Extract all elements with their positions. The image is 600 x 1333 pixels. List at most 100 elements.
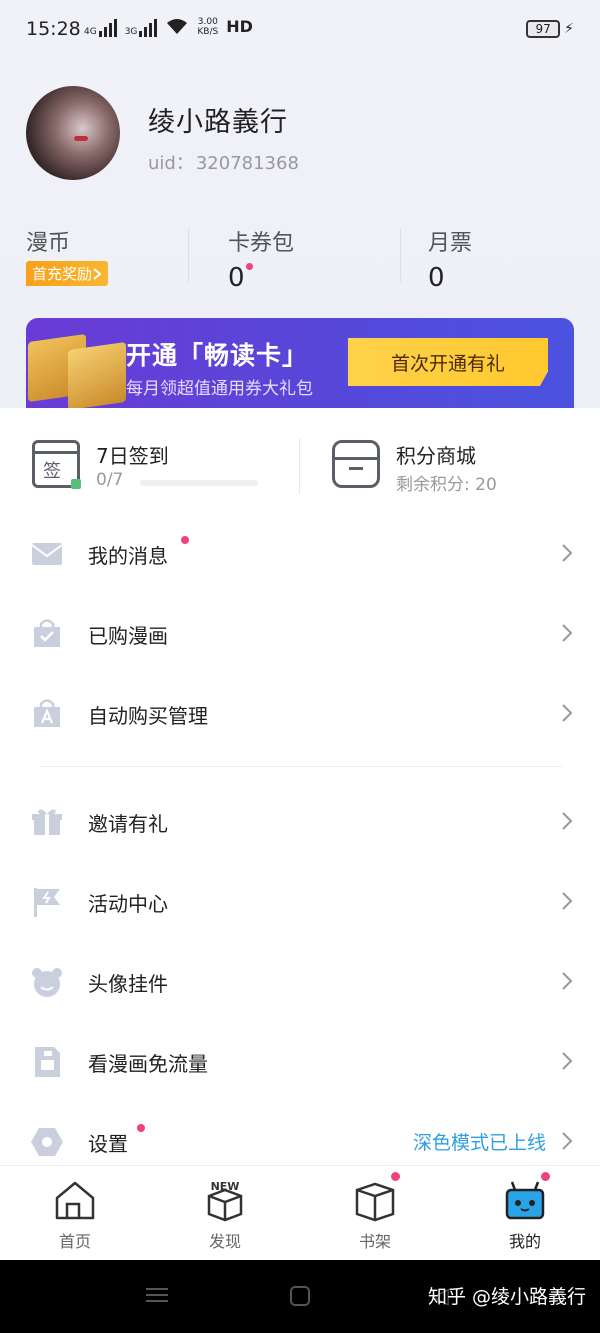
menu-label: 我的消息 [88, 544, 168, 568]
sign-char: 签 [43, 461, 61, 482]
stat-value: 0 [428, 263, 445, 293]
menu-label: 设置 [88, 1132, 128, 1156]
tab-discover[interactable]: NEW 发现 [150, 1166, 300, 1261]
points-remaining: 剩余积分: 20 [396, 475, 497, 495]
network-type-2: 3G [124, 27, 138, 37]
divider [400, 228, 401, 282]
menu-item-activity-center[interactable]: 活动中心 [0, 870, 600, 934]
tab-label: 书架 [358, 1232, 391, 1251]
menu-label: 看漫画免流量 [88, 1052, 208, 1076]
signal-icon: 4G [84, 17, 117, 37]
vip-card-banner[interactable]: 开通「畅读卡」 每月领超值通用券大礼包 首次开通有礼 [26, 318, 574, 410]
user-id: uid： 320781368 [148, 149, 299, 175]
chevron-right-icon [562, 544, 573, 562]
flag-icon [34, 888, 60, 917]
chevron-right-icon [93, 267, 102, 280]
menu-item-purchased[interactable]: 已购漫画 [0, 602, 600, 666]
points-mall-title: 积分商城 [396, 444, 476, 468]
shop-icon [332, 440, 380, 488]
tab-label: 首页 [58, 1232, 91, 1251]
menu-label: 头像挂件 [88, 972, 168, 996]
section-divider [40, 766, 562, 767]
network-indicators: 4G 3G 3.00 KB/S HD [84, 17, 253, 37]
coupon-count: 0 [228, 263, 245, 293]
notification-dot [391, 1172, 400, 1181]
stat-monthly-ticket[interactable]: 月票 0 [428, 225, 472, 293]
calendar-sign-icon: 签 [32, 440, 81, 489]
tab-bookshelf[interactable]: 书架 [300, 1166, 450, 1261]
app-root: 15:28 4G 3G 3.00 KB/S HD 97 ⚡ 绫小路義行 uid：… [0, 0, 600, 1333]
vip-subtitle: 每月领超值通用券大礼包 [126, 379, 313, 399]
wifi-icon [167, 19, 188, 34]
menu-label: 自动购买管理 [88, 704, 208, 728]
avatar[interactable] [26, 86, 120, 180]
vip-open-button[interactable]: 首次开通有礼 [348, 338, 548, 386]
charging-icon: ⚡ [564, 21, 574, 37]
battery-icon: 97 [526, 20, 561, 38]
quick-actions: 签 7日签到 0/7 积分商城 剩余积分: 20 [0, 408, 600, 518]
checkin-title: 7日签到 [96, 444, 169, 468]
status-bar: 15:28 4G 3G 3.00 KB/S HD 97 ⚡ [0, 0, 600, 60]
tab-label: 我的 [508, 1232, 541, 1251]
menu-item-auto-purchase[interactable]: 自动购买管理 [0, 682, 600, 746]
notification-dot [137, 1124, 145, 1132]
gift-icon [32, 809, 62, 835]
status-time: 15:28 [26, 18, 81, 40]
chevron-right-icon [562, 1052, 573, 1070]
first-recharge-badge[interactable]: 首充奖励 [26, 261, 109, 286]
watermark: 知乎 @绫小路義行 [427, 1286, 586, 1308]
main-panel: 签 7日签到 0/7 积分商城 剩余积分: 20 我的消息 已购漫画 自动购买管… [0, 408, 600, 1168]
chevron-right-icon [562, 1132, 573, 1150]
divider [299, 438, 300, 494]
auto-buy-bag-icon [34, 699, 60, 727]
tab-mine[interactable]: 我的 [450, 1166, 600, 1261]
uid-label: uid： [148, 153, 194, 174]
menu-item-messages[interactable]: 我的消息 [0, 522, 600, 586]
profile-header: 15:28 4G 3G 3.00 KB/S HD 97 ⚡ 绫小路義行 uid：… [0, 0, 600, 410]
stat-label: 漫币 [26, 231, 71, 256]
home-button-icon[interactable] [290, 1286, 310, 1306]
hd-indicator: HD [226, 17, 253, 36]
chevron-right-icon [562, 812, 573, 830]
menu-item-invite[interactable]: 邀请有礼 [0, 790, 600, 854]
checkin-progress-bar [140, 480, 258, 486]
menu-item-free-data[interactable]: 看漫画免流量 [0, 1030, 600, 1094]
battery-indicator: 97 ⚡ [526, 20, 574, 38]
network-speed: 3.00 KB/S [197, 17, 219, 37]
menu-label: 已购漫画 [88, 624, 168, 648]
notification-dot [245, 263, 253, 270]
menu-label: 活动中心 [88, 892, 168, 916]
robot-face-icon [505, 1181, 545, 1220]
mail-icon [31, 543, 63, 565]
dark-mode-notice: 深色模式已上线 [412, 1132, 546, 1154]
uid-value: 320781368 [195, 153, 299, 174]
settings-hexagon-icon [31, 1128, 63, 1156]
notification-dot [181, 536, 189, 544]
stat-coupons[interactable]: 卡券包 0 [228, 225, 294, 293]
bottom-tab-bar: 首页 NEW 发现 书架 我的 [0, 1165, 600, 1260]
shopping-bag-check-icon [34, 619, 60, 647]
menu-icon[interactable] [146, 1284, 168, 1306]
menu-label: 邀请有礼 [88, 812, 168, 836]
chevron-right-icon [562, 892, 573, 910]
chevron-right-icon [562, 972, 573, 990]
username[interactable]: 绫小路義行 [148, 100, 288, 139]
bear-face-icon [32, 968, 62, 997]
divider [188, 228, 189, 282]
chevron-right-icon [562, 624, 573, 642]
menu-item-avatar-pendant[interactable]: 头像挂件 [0, 950, 600, 1014]
system-nav-bar: ◁ 知乎 @绫小路義行 [0, 1260, 600, 1333]
book-stack-icon [355, 1182, 395, 1222]
sim-card-icon [35, 1047, 60, 1077]
stat-manga-coins[interactable]: 漫币 首充奖励 [26, 225, 109, 286]
signal-icon: 3G [125, 17, 158, 37]
new-text: NEW [211, 1180, 240, 1193]
checkin-progress: 0/7 [96, 470, 124, 490]
badge-label: 首充奖励 [32, 265, 93, 283]
stat-label: 月票 [428, 231, 473, 256]
tab-home[interactable]: 首页 [0, 1166, 150, 1261]
new-box-icon: NEW [207, 1180, 243, 1222]
vip-title: 开通「畅读卡」 [126, 341, 309, 370]
stat-label: 卡券包 [228, 231, 295, 256]
tab-label: 发现 [208, 1232, 241, 1251]
